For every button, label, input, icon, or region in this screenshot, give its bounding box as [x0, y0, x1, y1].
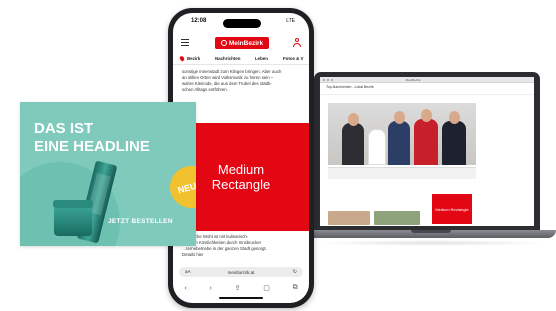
certificate-board	[368, 129, 386, 165]
brand-ring-icon	[220, 40, 227, 46]
person-head	[394, 111, 405, 124]
back-icon[interactable]: ‹	[184, 285, 186, 292]
person-head	[421, 109, 432, 122]
laptop-shadow	[316, 240, 548, 246]
thumbnail-image[interactable]	[374, 211, 420, 225]
details-link[interactable]: Details hier	[182, 252, 306, 258]
person-figure	[442, 121, 466, 165]
nav-item-life[interactable]: Leben	[255, 56, 268, 61]
product-banner-ad[interactable]: DAS IST EINE HEADLINE NEU JETZT BESTELLE…	[20, 102, 196, 246]
share-icon[interactable]: ⇪	[235, 284, 241, 292]
dynamic-island	[223, 19, 261, 28]
browser-toolbar: ‹ › ⇪ ▢ ⧉	[173, 281, 309, 295]
reload-icon[interactable]: ↻	[293, 269, 297, 275]
nav-item-news[interactable]: Nachrichten	[215, 56, 240, 61]
headline-line: DAS IST	[34, 120, 94, 137]
location-pin-icon	[178, 55, 186, 62]
site-breadcrumb[interactable]: Top-Nachrichten - Lokal Bezirk	[326, 85, 528, 89]
laptop-lid: MeinBezirk Top-Nachrichten - Lokal Bezir…	[314, 72, 540, 232]
laptop-screen: MeinBezirk Top-Nachrichten - Lokal Bezir…	[320, 77, 534, 226]
window-close-dot[interactable]	[323, 79, 325, 81]
address-bar[interactable]: aA meinbezirk.at ↻	[179, 267, 303, 277]
nav-item-photos[interactable]: Fotos & V	[283, 56, 304, 61]
status-indicators: LTE	[286, 18, 295, 24]
laptop-mockup: MeinBezirk Top-Nachrichten - Lokal Bezir…	[306, 72, 556, 250]
forward-icon[interactable]: ›	[209, 285, 211, 292]
article-line: schen Alltags entführen.	[182, 87, 228, 92]
brand-logo[interactable]: MeinBezirk	[215, 37, 269, 49]
hero-section	[328, 103, 476, 181]
address-bar-url: meinbezirk.at	[227, 269, 255, 275]
person-head	[449, 111, 460, 124]
article-text-top: sonstige Innenstadt zum Klingen bringen.…	[182, 69, 302, 93]
banner-headline: DAS IST EINE HEADLINE	[34, 120, 184, 156]
ad-label-line: Rectangle	[211, 177, 271, 192]
brand-name: MeinBezirk	[228, 39, 264, 47]
hero-photo[interactable]	[328, 103, 476, 165]
window-minimize-dot[interactable]	[327, 79, 329, 81]
tabs-icon[interactable]: ⧉	[293, 284, 298, 292]
hamburger-menu-icon[interactable]	[181, 39, 189, 46]
person-figure	[342, 123, 364, 165]
headline-line: EINE HEADLINE	[34, 138, 150, 155]
site-header: Top-Nachrichten - Lokal Bezirk	[320, 83, 534, 95]
hero-caption-row	[328, 167, 476, 179]
ad-label-line: Medium	[217, 162, 265, 177]
thumbnail-image[interactable]	[328, 211, 370, 225]
browser-title: MeinBezirk	[405, 78, 421, 82]
phone-ad-label: Medium Rectangle	[212, 162, 271, 192]
product-jar-image	[53, 200, 93, 236]
reader-settings-icon[interactable]: aA	[185, 269, 191, 274]
laptop-ad-label: Medium Rectangle	[435, 206, 469, 212]
order-now-button[interactable]: JETZT BESTELLEN	[108, 218, 173, 225]
person-figure	[414, 119, 438, 165]
person-head	[348, 113, 359, 126]
browser-bar: MeinBezirk	[320, 77, 534, 83]
status-time: 12:08	[191, 18, 207, 24]
user-account-icon[interactable]	[293, 38, 301, 48]
app-header: MeinBezirk	[173, 35, 309, 51]
new-badge: NEU	[165, 161, 196, 213]
person-figure	[388, 121, 410, 165]
category-nav: Bezirk Nachrichten Leben Fotos & V	[173, 53, 309, 65]
home-indicator[interactable]	[219, 296, 263, 299]
laptop-notch	[411, 230, 451, 233]
window-maximize-dot[interactable]	[331, 79, 333, 81]
nav-location[interactable]: Bezirk	[187, 56, 200, 61]
bookmarks-icon[interactable]: ▢	[263, 284, 270, 292]
laptop-medium-rectangle-ad[interactable]: Medium Rectangle	[432, 194, 472, 224]
article-text-bottom: …leibliche Wohl ist mit kulinarisch- …sc…	[182, 234, 306, 258]
device-mockup-stage: MeinBezirk Top-Nachrichten - Lokal Bezir…	[0, 0, 556, 311]
